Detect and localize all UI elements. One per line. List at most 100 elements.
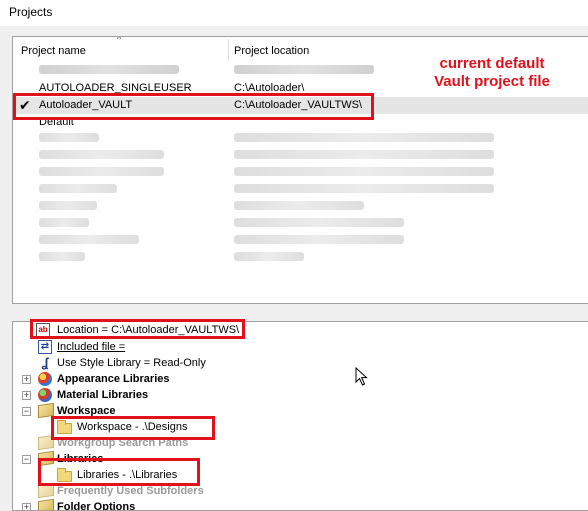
project-row[interactable]	[13, 131, 588, 148]
project-name-cell: AUTOLOADER_SINGLEUSER	[39, 82, 192, 94]
project-name-cell	[39, 235, 139, 247]
project-location-cell	[234, 150, 494, 162]
redacted-text	[234, 150, 494, 159]
appearance-libraries-label: Appearance Libraries	[57, 373, 170, 385]
tree-row-location[interactable]: ab Location = C:\Autoloader_VAULTWS\	[13, 323, 573, 339]
redacted-text	[234, 65, 374, 74]
window-titlebar: Projects	[0, 0, 588, 26]
project-row[interactable]	[13, 165, 588, 182]
tree-row-libraries[interactable]: − Libraries	[13, 450, 573, 468]
expand-icon[interactable]: +	[22, 375, 31, 384]
project-row-selected[interactable]: ✔ Autoloader_VAULT C:\Autoloader_VAULTWS\	[13, 97, 588, 114]
redacted-text	[39, 184, 117, 193]
workspace-label: Workspace	[57, 405, 116, 417]
redacted-text	[39, 133, 99, 142]
project-row[interactable]	[13, 199, 588, 216]
redacted-text	[234, 133, 494, 142]
project-name-cell	[39, 252, 85, 264]
collapse-icon[interactable]: −	[22, 455, 31, 464]
redacted-text	[39, 150, 164, 159]
project-location-cell	[234, 65, 374, 77]
redacted-text	[234, 201, 364, 210]
tree-row-frequently-used-subfolders[interactable]: Frequently Used Subfolders	[13, 482, 573, 500]
redacted-text	[39, 252, 85, 261]
redacted-text	[39, 65, 179, 74]
project-location-cell	[234, 252, 304, 264]
redacted-text	[234, 167, 494, 176]
tree-row-folder-options[interactable]: + Folder Options	[13, 498, 573, 511]
project-name-cell	[39, 201, 97, 213]
redacted-text	[39, 235, 139, 244]
project-name-cell	[39, 184, 117, 196]
included-file-label[interactable]: Included file =	[57, 341, 125, 353]
folder-icon	[57, 420, 72, 434]
folder-group-icon	[38, 482, 54, 499]
redacted-text	[39, 201, 97, 210]
folder-group-icon	[38, 450, 54, 467]
libraries-label: Libraries	[57, 453, 104, 465]
tree-row-libraries-path[interactable]: Libraries - .\Libraries	[13, 468, 573, 484]
project-location-cell	[234, 201, 364, 213]
column-header-project-name[interactable]: Project name	[21, 45, 86, 57]
link-icon: ⇄	[38, 340, 52, 354]
project-location-cell	[234, 235, 404, 247]
project-location-cell	[234, 184, 494, 196]
project-name-cell	[39, 218, 89, 230]
checkmark-icon: ✔	[19, 97, 31, 113]
project-name-cell	[39, 133, 99, 145]
project-row[interactable]	[13, 182, 588, 199]
material-libraries-label: Material Libraries	[57, 389, 149, 401]
tree-row-use-style-library[interactable]: ʆ Use Style Library = Read-Only	[13, 356, 573, 372]
redacted-text	[234, 218, 404, 227]
tree-row-appearance-libraries[interactable]: + Appearance Libraries	[13, 372, 573, 388]
material-sphere-icon	[38, 388, 52, 402]
project-settings-tree[interactable]: ab Location = C:\Autoloader_VAULTWS\ ⇄ I…	[12, 321, 588, 511]
tree-row-workspace[interactable]: − Workspace	[13, 402, 573, 420]
expand-icon[interactable]: +	[22, 391, 31, 400]
tree-row-included-file[interactable]: ⇄ Included file =	[13, 340, 573, 356]
location-value: Location = C:\Autoloader_VAULTWS\	[57, 324, 240, 336]
project-location-cell	[234, 167, 494, 179]
window-title: Projects	[9, 5, 53, 19]
project-name-cell	[39, 167, 164, 179]
project-row[interactable]	[13, 250, 588, 267]
annotation-callout: current default Vault project file	[432, 55, 552, 91]
expand-icon[interactable]: +	[22, 503, 31, 510]
project-location-cell	[234, 133, 494, 145]
appearance-sphere-icon	[38, 372, 52, 386]
collapse-icon[interactable]: −	[22, 407, 31, 416]
redacted-text	[234, 184, 494, 193]
redacted-text	[39, 167, 164, 176]
project-row[interactable]	[13, 216, 588, 233]
redacted-text	[234, 252, 304, 261]
project-row[interactable]	[13, 233, 588, 250]
folder-icon	[57, 468, 72, 482]
project-row[interactable]	[13, 148, 588, 165]
project-name-cell: Default	[39, 116, 74, 128]
column-divider[interactable]	[228, 39, 229, 61]
folder-group-icon	[38, 498, 54, 510]
project-name-cell: Autoloader_VAULT	[39, 99, 133, 111]
project-name-cell	[39, 150, 164, 162]
sort-ascending-icon: ^	[117, 36, 122, 44]
redacted-text	[234, 235, 404, 244]
project-location-cell: C:\Autoloader\	[234, 82, 305, 94]
mouse-cursor-icon	[355, 367, 368, 386]
redacted-text	[39, 218, 89, 227]
tree-row-material-libraries[interactable]: + Material Libraries	[13, 388, 573, 404]
libraries-path-label: Libraries - .\Libraries	[77, 469, 178, 481]
folder-group-icon	[38, 402, 54, 419]
tree-row-workgroup-search-paths[interactable]: Workgroup Search Paths	[13, 434, 573, 452]
folder-options-label: Folder Options	[57, 501, 136, 511]
frequently-used-subfolders-label: Frequently Used Subfolders	[57, 485, 204, 497]
use-style-library-label: Use Style Library = Read-Only	[57, 357, 206, 369]
tree-row-workspace-path[interactable]: Workspace - .\Designs	[13, 420, 573, 436]
workgroup-search-paths-label: Workgroup Search Paths	[57, 437, 189, 449]
project-row[interactable]: Default	[13, 114, 588, 131]
column-header-project-location[interactable]: Project location	[234, 45, 309, 57]
project-name-cell	[39, 65, 179, 77]
style-icon: ʆ	[41, 355, 49, 370]
project-location-cell	[234, 218, 404, 230]
text-field-icon: ab	[36, 323, 50, 337]
project-location-cell: C:\Autoloader_VAULTWS\	[234, 99, 362, 111]
